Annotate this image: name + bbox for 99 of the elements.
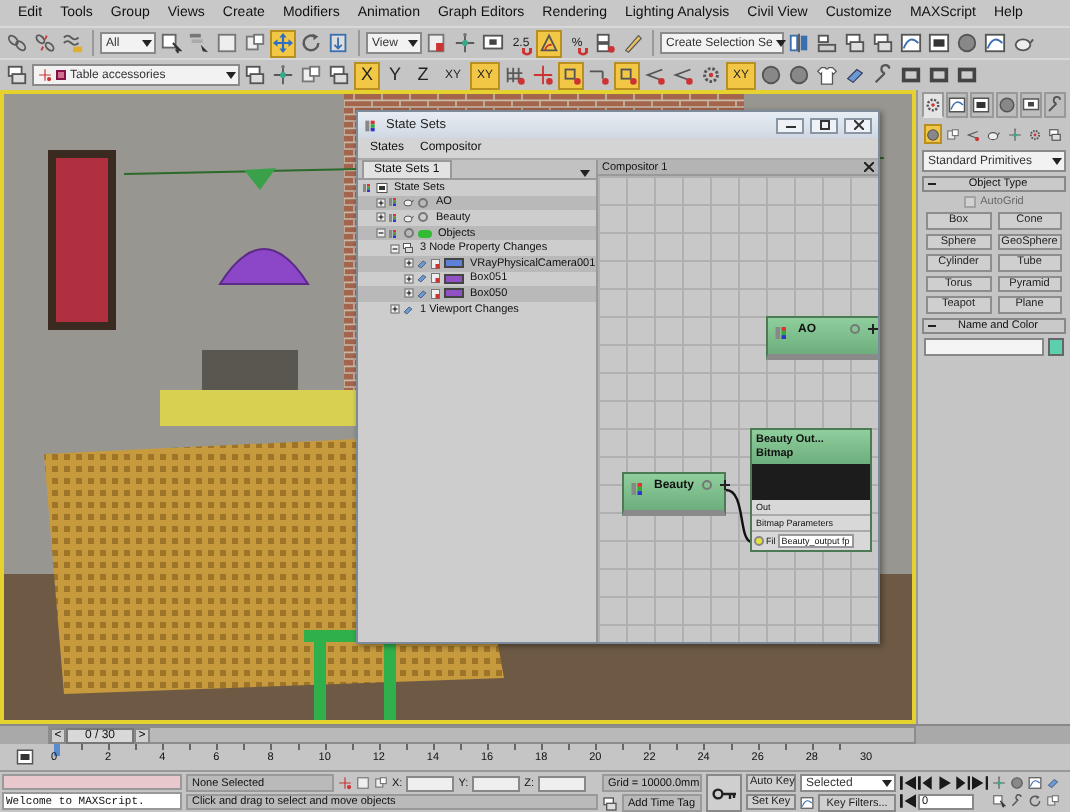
layers-icon[interactable] bbox=[242, 61, 268, 89]
rotate-icon[interactable] bbox=[298, 29, 324, 57]
sphere-icon[interactable] bbox=[954, 29, 980, 57]
target-circle-icon bbox=[418, 197, 428, 208]
plus-icon bbox=[868, 324, 878, 334]
caret-icon bbox=[1052, 157, 1062, 165]
square-snap-icon[interactable] bbox=[558, 61, 584, 89]
schematic-icon[interactable] bbox=[926, 29, 952, 57]
render-element-icon bbox=[630, 480, 648, 498]
layers-icon[interactable] bbox=[326, 61, 352, 89]
app-icon bbox=[364, 117, 380, 133]
curve-editor-icon[interactable] bbox=[982, 29, 1008, 57]
expand-toggle[interactable] bbox=[404, 258, 414, 269]
bitmap-preview bbox=[752, 464, 870, 501]
caret-icon bbox=[580, 170, 590, 178]
gear-icon[interactable] bbox=[698, 61, 724, 89]
caret-icon bbox=[408, 39, 418, 47]
expand-toggle[interactable] bbox=[404, 273, 414, 284]
cursor-box-icon[interactable] bbox=[158, 29, 184, 57]
key-icon[interactable] bbox=[706, 774, 742, 812]
layers-icon[interactable] bbox=[842, 29, 868, 57]
layers-icon[interactable] bbox=[870, 29, 896, 57]
connector-line bbox=[724, 488, 754, 544]
expand-toggle[interactable] bbox=[376, 228, 386, 239]
layers-icon[interactable] bbox=[4, 61, 30, 89]
broken-chain-icon[interactable] bbox=[32, 29, 58, 57]
magnet-icon bbox=[578, 47, 588, 55]
coordinate-field[interactable] bbox=[406, 775, 455, 791]
wave-icon[interactable] bbox=[60, 29, 86, 57]
plus-icon bbox=[720, 480, 731, 490]
expand-toggle[interactable] bbox=[390, 304, 400, 315]
pivot-icon[interactable] bbox=[424, 29, 450, 57]
expand-toggle[interactable] bbox=[376, 197, 386, 208]
move-arrows-icon[interactable] bbox=[270, 29, 296, 57]
input-port-icon[interactable] bbox=[754, 536, 764, 547]
layers-icon[interactable] bbox=[1045, 124, 1064, 144]
expand-toggle[interactable] bbox=[376, 212, 386, 223]
minimize-button[interactable] bbox=[776, 117, 804, 133]
manipulate-icon[interactable] bbox=[452, 29, 478, 57]
shirt-icon[interactable] bbox=[814, 61, 840, 89]
caret-icon bbox=[776, 39, 787, 47]
sphere-icon[interactable] bbox=[786, 61, 812, 89]
caret-icon bbox=[142, 39, 152, 47]
crosshair-icon bbox=[992, 776, 1006, 790]
square-icon[interactable] bbox=[214, 29, 240, 57]
gear-icon[interactable] bbox=[1025, 124, 1044, 144]
rotate-view-icon bbox=[1028, 794, 1042, 808]
target-circle-icon bbox=[850, 324, 860, 334]
align-icon[interactable] bbox=[814, 29, 840, 57]
create-tab-icon[interactable] bbox=[922, 92, 945, 118]
caret-icon bbox=[226, 71, 236, 79]
color-swatch[interactable] bbox=[1048, 337, 1064, 355]
go-to-start-icon[interactable] bbox=[900, 794, 916, 809]
sphere-icon[interactable] bbox=[758, 61, 784, 89]
go-to-start-icon[interactable] bbox=[900, 775, 916, 790]
window-select-icon[interactable] bbox=[944, 124, 963, 144]
next-frame-icon[interactable] bbox=[954, 775, 970, 790]
mirror-icon[interactable] bbox=[786, 29, 812, 57]
render-element-icon bbox=[362, 181, 374, 194]
name-field[interactable] bbox=[924, 337, 1044, 355]
chain-icon[interactable] bbox=[4, 29, 30, 57]
vertex-snap-icon[interactable] bbox=[530, 61, 556, 89]
axis-constraint-button[interactable]: Y bbox=[382, 61, 408, 89]
coordinate-field[interactable] bbox=[472, 775, 521, 791]
coordinate-field[interactable] bbox=[538, 775, 586, 791]
caret-icon bbox=[882, 779, 892, 787]
target-circle-icon bbox=[418, 212, 428, 223]
curve-editor-icon[interactable] bbox=[898, 29, 924, 57]
maximize-button[interactable] bbox=[810, 117, 838, 133]
curve-tab-icon[interactable] bbox=[946, 92, 969, 118]
square-snap-icon[interactable] bbox=[614, 61, 640, 89]
axis-constraint-button[interactable]: X bbox=[354, 61, 380, 89]
maxscript-input-field[interactable] bbox=[2, 774, 182, 790]
render-element-icon bbox=[774, 324, 792, 342]
close-icon bbox=[853, 120, 863, 130]
place-object-icon[interactable] bbox=[326, 29, 352, 57]
expand-toggle[interactable] bbox=[390, 243, 400, 254]
close-button[interactable] bbox=[844, 117, 872, 133]
angle-snap-icon[interactable] bbox=[536, 29, 562, 57]
wrench-icon[interactable] bbox=[870, 61, 896, 89]
sphere-icon[interactable] bbox=[924, 124, 943, 144]
pencil-icon[interactable] bbox=[620, 29, 646, 57]
axis-constraint-button[interactable]: Z bbox=[410, 61, 436, 89]
target-circle-icon bbox=[702, 480, 713, 490]
utilities-tab-icon[interactable] bbox=[1043, 92, 1067, 118]
current-frame-marker bbox=[54, 744, 60, 756]
manipulate-icon[interactable] bbox=[270, 61, 296, 89]
close-icon[interactable] bbox=[864, 162, 874, 172]
minimize-icon bbox=[785, 122, 795, 128]
layer-color-icon bbox=[56, 70, 66, 80]
spinner-snap-icon[interactable] bbox=[592, 29, 618, 57]
group-icon bbox=[388, 227, 400, 240]
magnet-icon bbox=[522, 47, 532, 55]
expand-toggle[interactable] bbox=[404, 288, 414, 299]
zoom-region-icon bbox=[992, 794, 1006, 808]
go-to-end-icon[interactable] bbox=[972, 775, 988, 790]
target-circle-icon bbox=[404, 228, 414, 239]
previous-frame-icon[interactable] bbox=[918, 775, 934, 790]
curve-icon bbox=[800, 796, 814, 810]
